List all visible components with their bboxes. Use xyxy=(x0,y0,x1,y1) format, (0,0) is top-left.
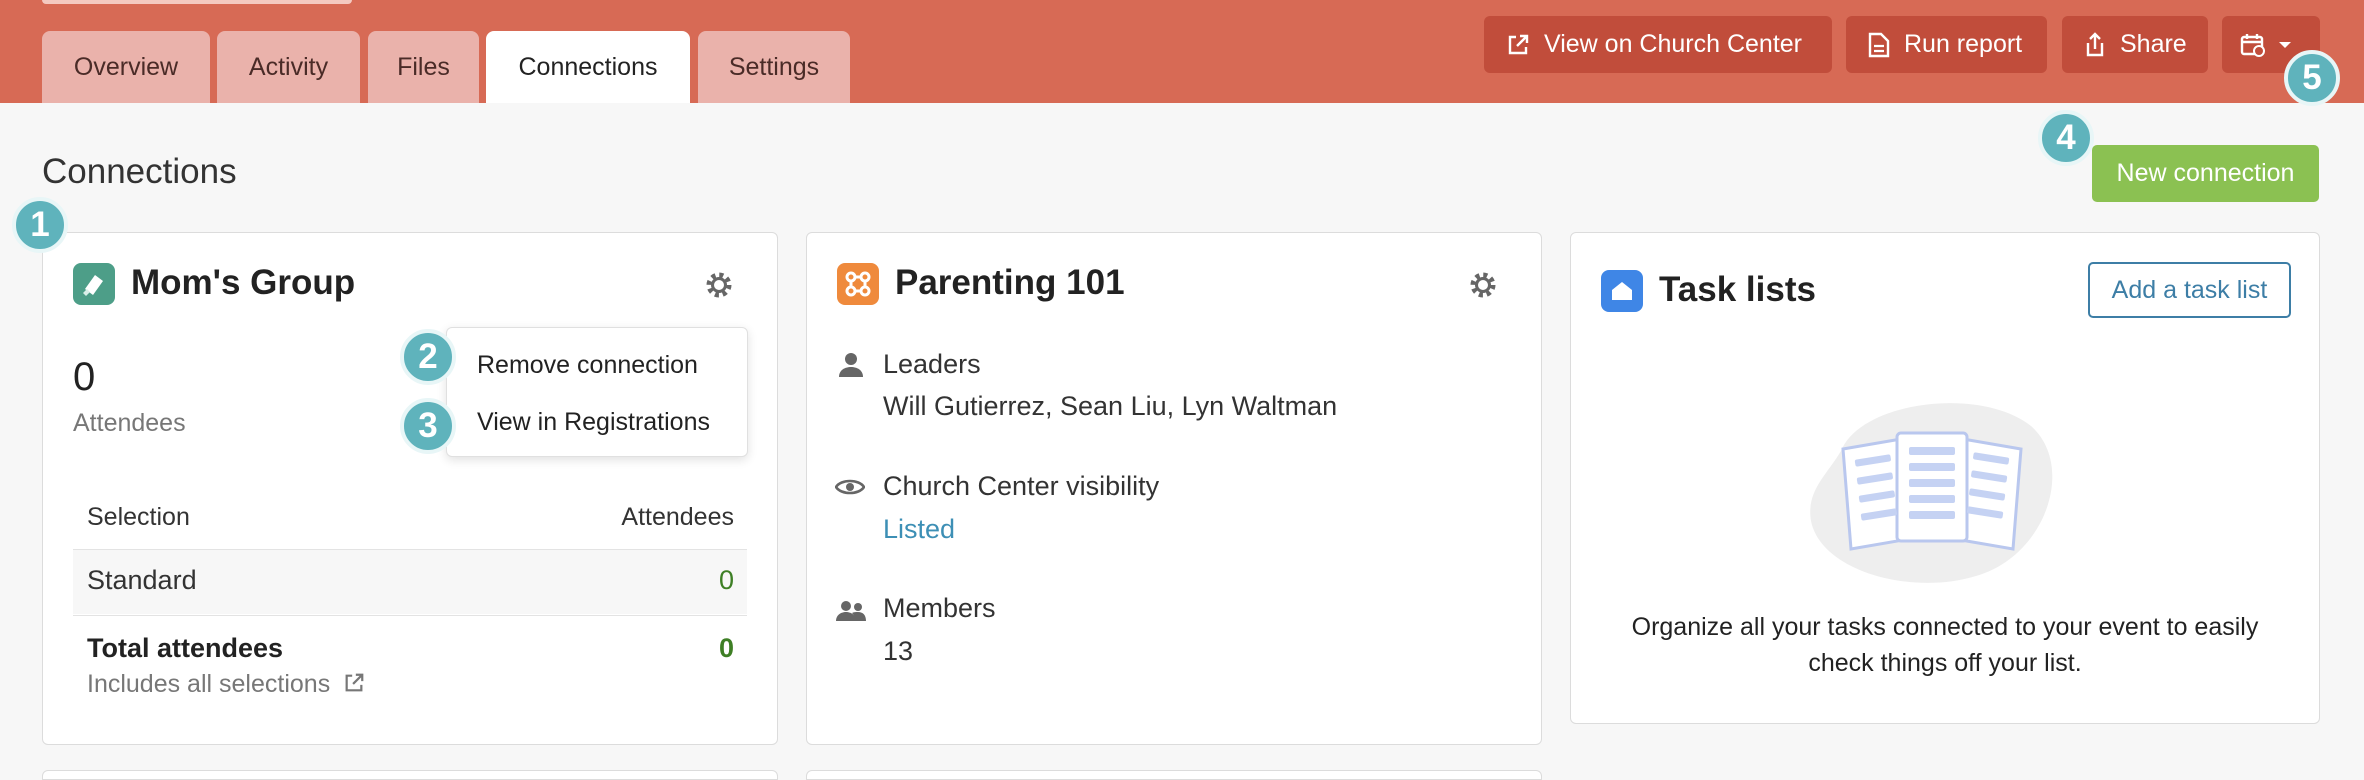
task-lists-description-line-1: Organize all your tasks connected to you… xyxy=(1631,613,2259,641)
church-center-visibility-value[interactable]: Listed xyxy=(883,514,955,545)
callout-badge-4: 4 xyxy=(2038,110,2094,166)
eye-icon xyxy=(835,479,865,495)
callout-badge-2: 2 xyxy=(400,329,456,385)
moms-group-card: Mom's Group 0 Attendees Selection Attend… xyxy=(42,232,778,745)
external-link-icon xyxy=(345,673,364,692)
gear-icon[interactable] xyxy=(703,269,735,301)
attendee-count-label: Attendees xyxy=(73,409,186,437)
moms-group-title: Mom's Group xyxy=(131,263,356,302)
leaders-label: Leaders xyxy=(883,349,981,379)
attendee-count: 0 xyxy=(73,355,96,399)
caret-down-icon xyxy=(2279,41,2291,48)
members-icon xyxy=(836,601,866,621)
total-attendees-value: 0 xyxy=(718,633,734,663)
search-field-edge[interactable] xyxy=(42,0,352,4)
run-report-button[interactable]: Run report xyxy=(1846,16,2047,73)
table-divider xyxy=(73,615,747,616)
next-card-edge xyxy=(806,770,1542,780)
task-lists-card: Task lists Add a task list Organize all … xyxy=(1570,232,2320,724)
members-label: Members xyxy=(883,593,996,623)
row-selection-name: Standard xyxy=(87,565,197,595)
share-icon xyxy=(2086,31,2104,56)
home-icon xyxy=(1601,270,1643,312)
person-icon xyxy=(839,353,863,377)
tab-files[interactable]: Files xyxy=(368,31,479,103)
tab-settings[interactable]: Settings xyxy=(698,31,850,103)
view-on-church-center-label: View on Church Center xyxy=(1544,30,1803,58)
groups-icon xyxy=(837,263,879,305)
callout-badge-3: 3 xyxy=(400,398,456,454)
tab-activity[interactable]: Activity xyxy=(217,31,360,103)
share-button[interactable]: Share xyxy=(2062,16,2208,73)
includes-all-selections-text: Includes all selections xyxy=(87,670,331,698)
run-report-label: Run report xyxy=(1904,30,2023,58)
total-attendees-label: Total attendees xyxy=(87,633,284,663)
top-bar: Overview Activity Files Connections Sett… xyxy=(0,0,2364,103)
row-attendee-value: 0 xyxy=(718,565,734,595)
col-attendees: Attendees xyxy=(621,503,734,531)
task-lists-title: Task lists xyxy=(1659,270,1816,309)
table-row: Standard 0 xyxy=(73,550,747,614)
external-link-icon xyxy=(1508,34,1529,54)
share-label: Share xyxy=(2120,30,2187,58)
members-value: 13 xyxy=(883,636,914,666)
registration-icon xyxy=(73,263,115,305)
calendar-sync-icon xyxy=(2240,33,2265,57)
view-in-registrations-item[interactable]: View in Registrations xyxy=(477,408,710,437)
page-title: Connections xyxy=(42,152,237,191)
gear-icon[interactable] xyxy=(1467,269,1499,301)
new-connection-button[interactable]: New connection xyxy=(2092,145,2319,202)
leaders-value: Will Gutierrez, Sean Liu, Lyn Waltman xyxy=(883,391,1338,421)
document-icon xyxy=(1868,32,1890,57)
callout-badge-1: 1 xyxy=(12,197,68,253)
task-list-illustration xyxy=(1810,403,2053,583)
view-on-church-center-button[interactable]: View on Church Center xyxy=(1484,16,1832,73)
includes-all-selections-link[interactable]: Includes all selections xyxy=(87,670,365,699)
next-card-edge xyxy=(42,770,778,780)
add-task-list-button[interactable]: Add a task list xyxy=(2088,262,2291,318)
church-center-visibility-label: Church Center visibility xyxy=(883,471,1160,501)
task-lists-description-line-2: check things off your list. xyxy=(1808,649,2082,677)
connection-options-menu: Remove connection View in Registrations xyxy=(446,327,748,457)
col-selection: Selection xyxy=(87,503,190,531)
callout-badge-5: 5 xyxy=(2284,50,2340,106)
remove-connection-item[interactable]: Remove connection xyxy=(477,351,698,380)
tab-connections[interactable]: Connections xyxy=(486,31,690,103)
tab-overview[interactable]: Overview xyxy=(42,31,210,103)
parenting-101-title: Parenting 101 xyxy=(895,263,1125,302)
task-lists-description: Organize all your tasks connected to you… xyxy=(1571,609,2319,681)
parenting-101-card: Parenting 101 Leaders Will Gutierrez, Se… xyxy=(806,232,1542,745)
